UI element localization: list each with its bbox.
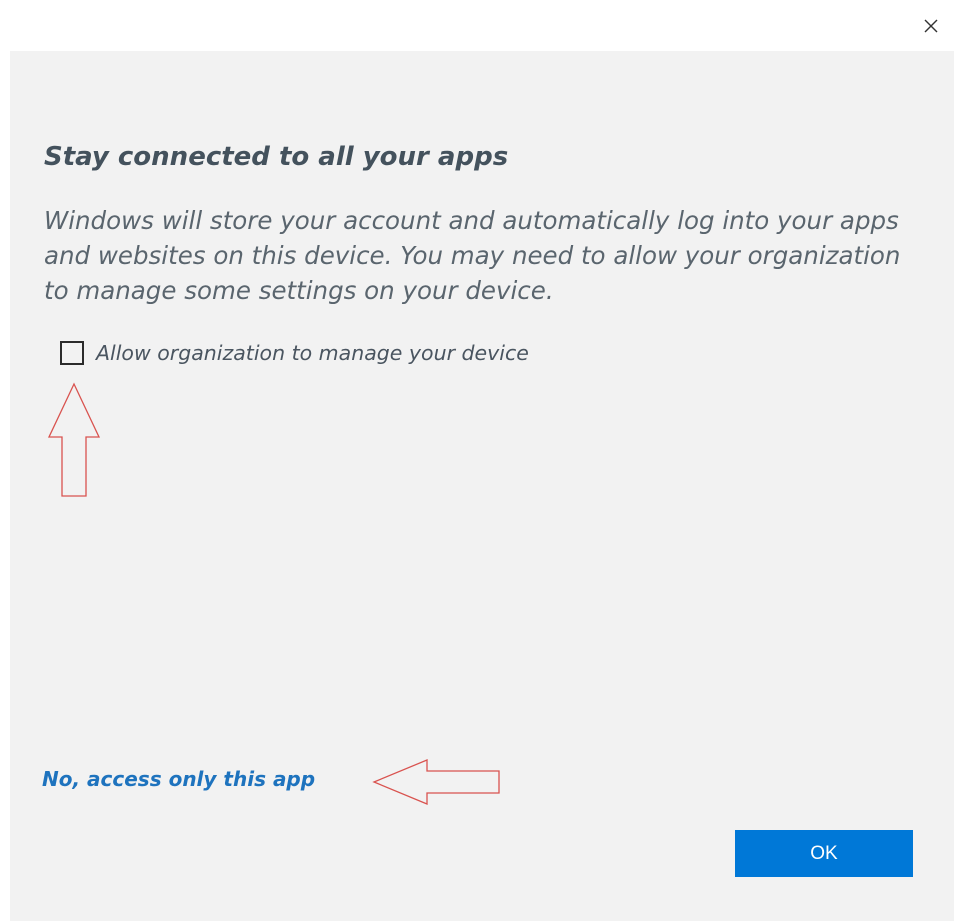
close-icon [924, 19, 938, 33]
arrow-up-icon [47, 382, 101, 497]
manage-device-checkbox-row[interactable]: Allow organization to manage your device [60, 341, 529, 365]
ok-button[interactable]: OK [735, 830, 913, 877]
manage-device-checkbox[interactable] [60, 341, 84, 365]
dialog-content: Stay connected to all your apps Windows … [10, 51, 954, 921]
arrow-left-icon [372, 759, 500, 805]
close-button[interactable] [908, 6, 954, 46]
dialog-heading: Stay connected to all your apps [44, 142, 509, 172]
dialog-window: Stay connected to all your apps Windows … [0, 0, 954, 921]
access-only-this-app-link[interactable]: No, access only this app [42, 767, 315, 791]
title-bar [0, 0, 954, 50]
dialog-description: Windows will store your account and auto… [44, 206, 901, 305]
manage-device-checkbox-label: Allow organization to manage your device [96, 341, 529, 365]
